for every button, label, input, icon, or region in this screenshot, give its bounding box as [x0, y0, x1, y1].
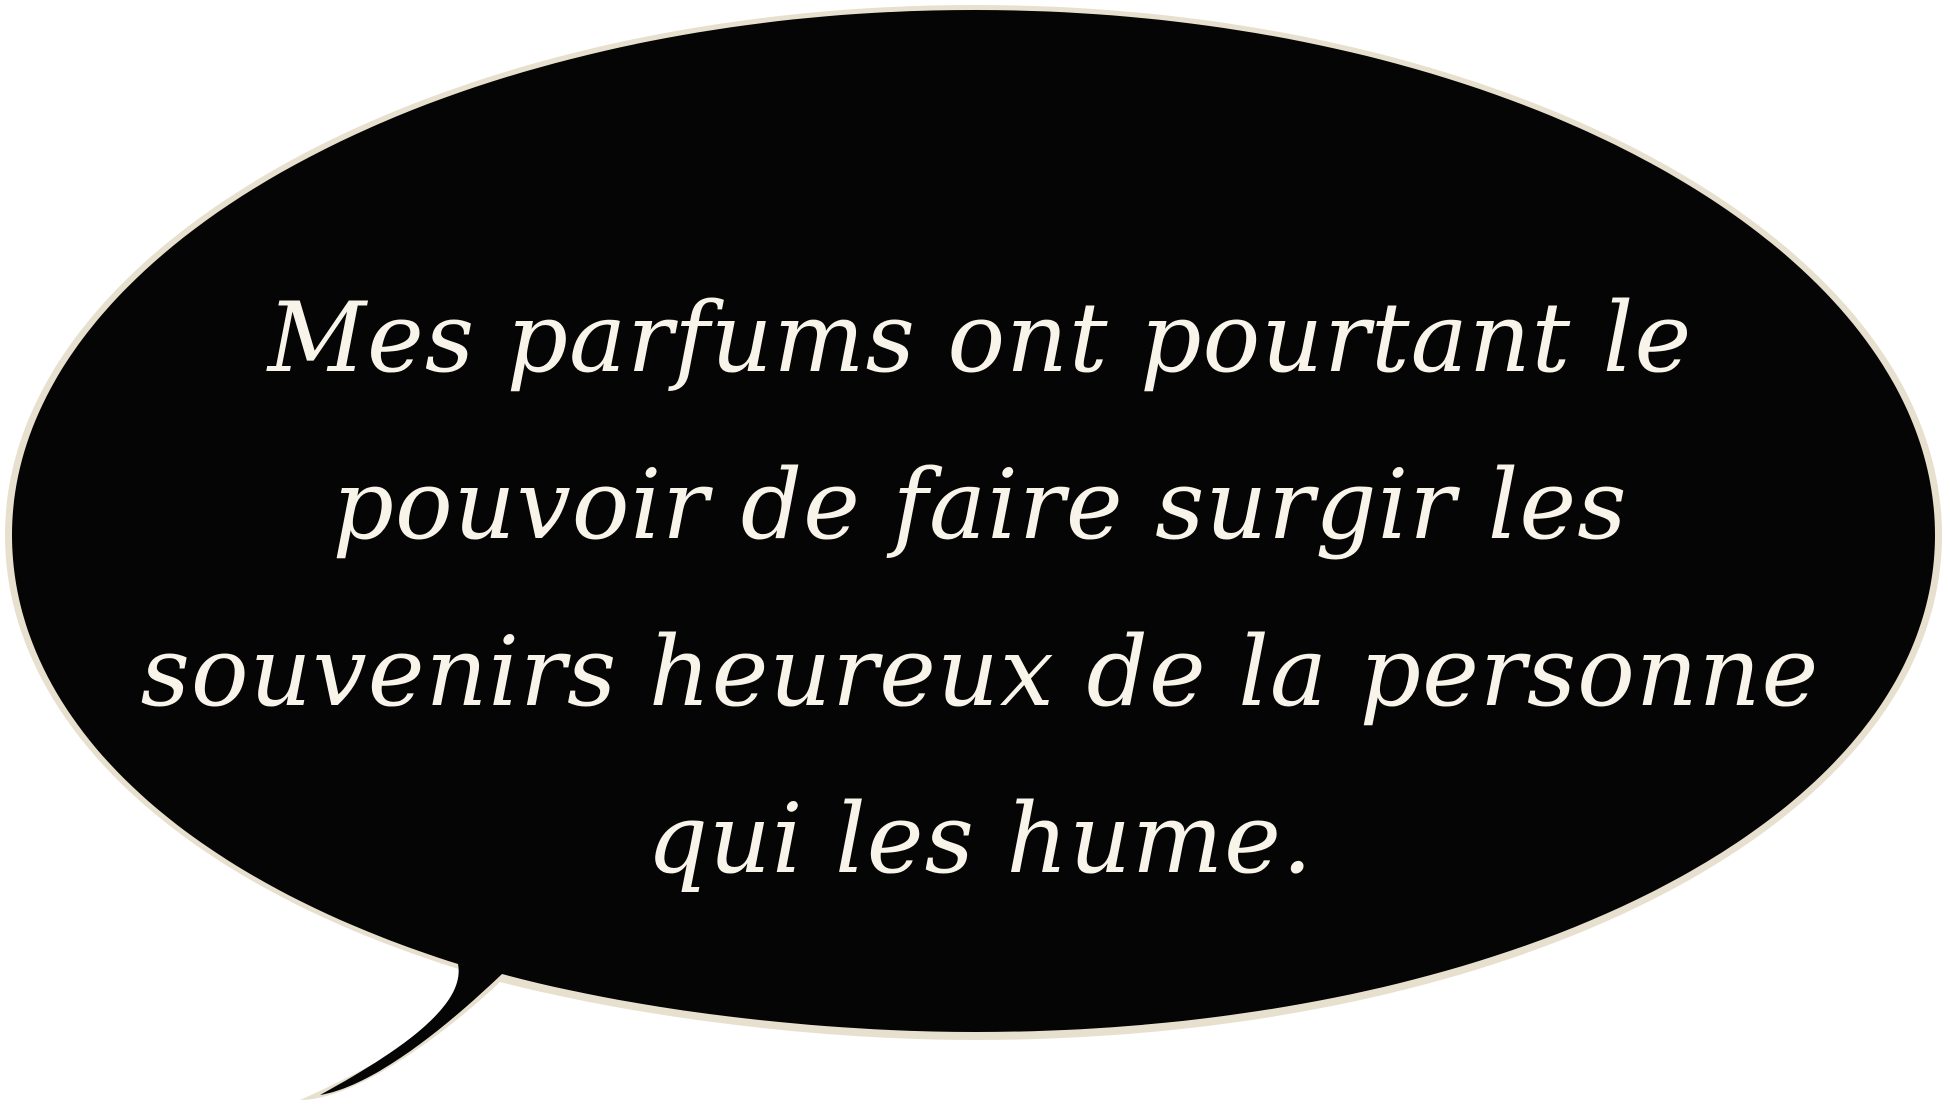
quote-line-2: pouvoir de faire surgir les	[332, 449, 1628, 561]
quote-line-1: Mes parfums ont pourtant le	[267, 282, 1693, 394]
quote-line-3: souvenirs heureux de la personne	[140, 616, 1820, 728]
quote-line-4: qui les hume.	[646, 783, 1314, 895]
speech-bubble-graphic: Mes parfums ont pourtant le pouvoir de f…	[0, 0, 1950, 1105]
speech-bubble-quote: Mes parfums ont pourtant le pouvoir de f…	[130, 255, 1830, 923]
